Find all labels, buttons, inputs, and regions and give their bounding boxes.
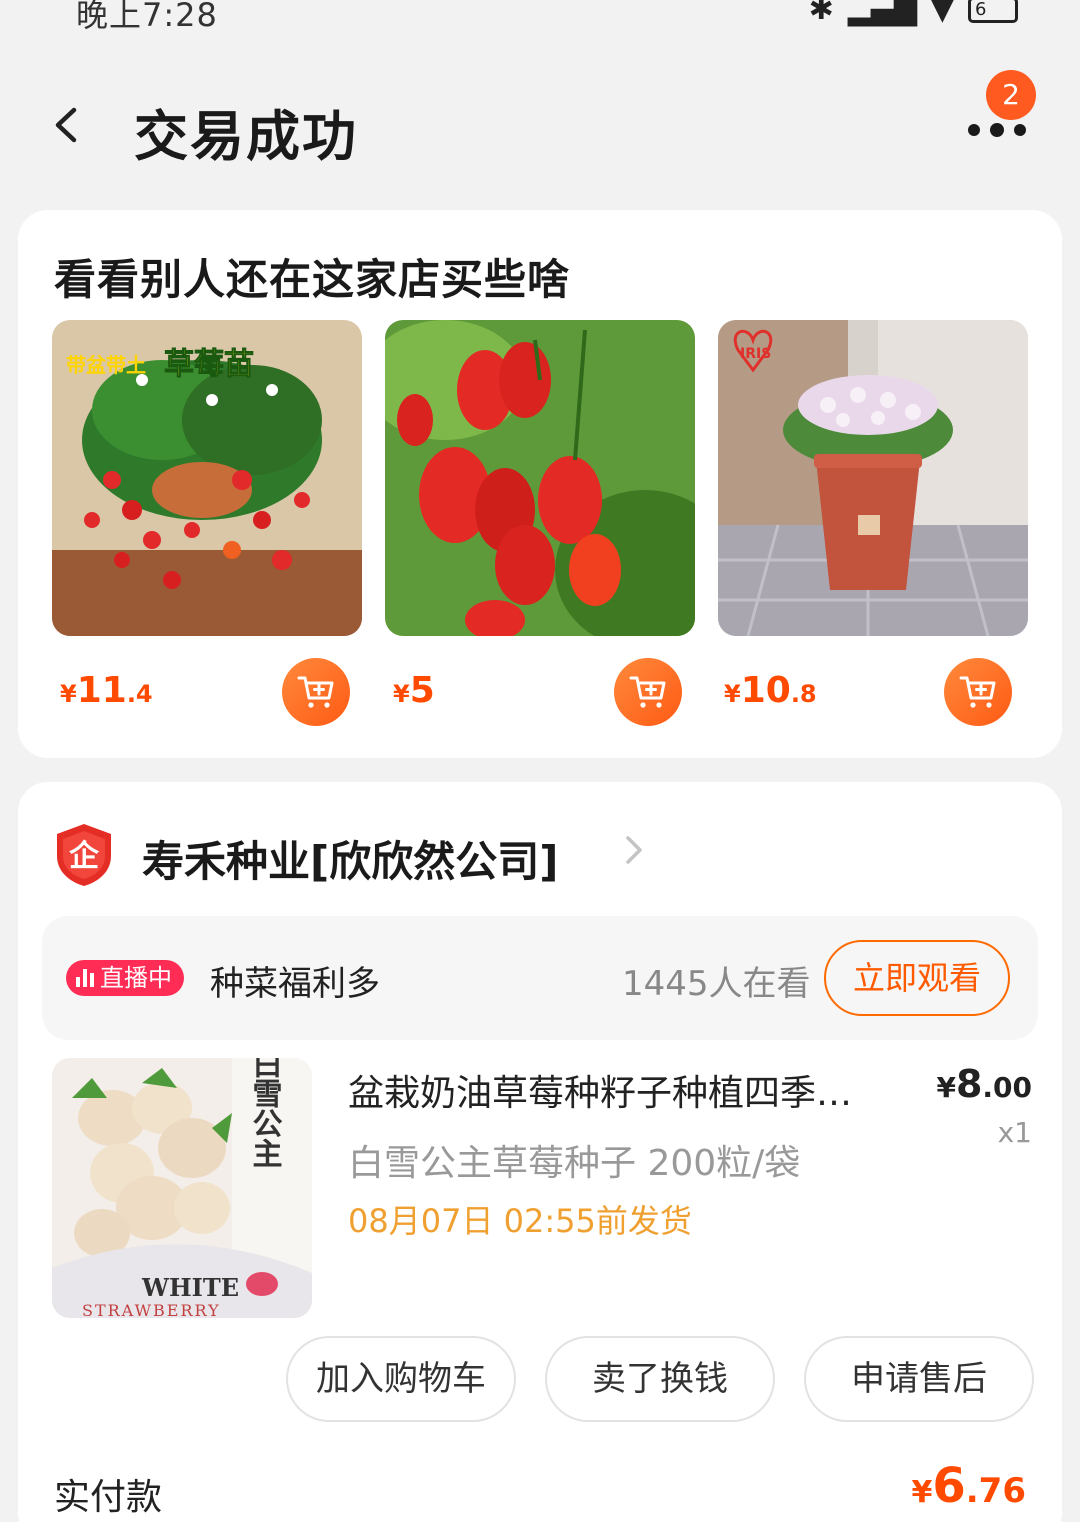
wifi-icon: ▼: [930, 0, 954, 27]
live-badge-label: 直播中: [100, 964, 172, 992]
back-arrow-icon: [55, 107, 77, 143]
price-integer: 6: [932, 1458, 966, 1514]
thumb-text-en2: STRAWBERRY: [82, 1301, 221, 1318]
order-item-quantity: x1: [997, 1116, 1032, 1149]
price-decimal: .00: [982, 1071, 1032, 1104]
after-sales-button[interactable]: 申请售后: [804, 1336, 1034, 1422]
cart-plus-icon: [629, 676, 666, 708]
live-bars-icon: [76, 969, 94, 987]
header: 交易成功 2: [0, 70, 1080, 180]
more-dot-icon: [968, 124, 980, 136]
price-symbol: ¥: [60, 680, 77, 708]
price-symbol: ¥: [936, 1071, 956, 1104]
price-symbol: ¥: [393, 680, 410, 708]
add-to-cart-button[interactable]: [944, 658, 1012, 726]
price-decimal: .4: [126, 680, 153, 708]
strawberry-pot-image: 带盆带土 草莓苗: [52, 320, 362, 636]
back-button[interactable]: [46, 100, 86, 150]
battery-level: 6: [975, 0, 987, 20]
price-symbol: ¥: [911, 1475, 933, 1510]
strawberries-image: [385, 320, 695, 636]
add-to-cart-button[interactable]: [282, 658, 350, 726]
watch-now-button[interactable]: 立即观看: [824, 940, 1010, 1016]
recommend-title: 看看别人还在这家店买些啥: [54, 255, 571, 304]
product-price: ¥5: [393, 670, 435, 711]
enterprise-shield-icon: 企: [54, 822, 114, 888]
product-price: ¥11.4: [60, 670, 153, 711]
bluetooth-icon: ✱: [808, 0, 834, 27]
recommend-card: 看看别人还在这家店买些啥 带盆带土 草莓苗 ¥11.4 ¥5 IRIS ¥10.…: [18, 210, 1062, 758]
more-dot-icon: [1014, 124, 1026, 136]
status-icons: ✱ ▂▄▆ ▼ 6: [809, 0, 1018, 27]
price-decimal: .76: [965, 1471, 1026, 1511]
price-integer: 11: [76, 670, 127, 711]
cart-plus-icon: [959, 676, 996, 708]
price-integer: 5: [409, 670, 435, 711]
live-badge: 直播中: [66, 960, 184, 996]
cart-plus-icon: [297, 676, 334, 708]
battery-icon: 6: [968, 0, 1018, 23]
order-item-ship-deadline: 08月07日 02:55前发货: [348, 1202, 692, 1240]
product-image-strawberry-seedling[interactable]: 带盆带土 草莓苗: [52, 320, 362, 636]
order-item-spec: 白雪公主草莓种子 200粒/袋: [348, 1143, 801, 1184]
order-item-price: ¥8.00: [936, 1062, 1032, 1106]
live-title: 种菜福利多: [210, 964, 380, 1004]
white-strawberry-image: 白雪公主 WHITE STRAWBERRY: [52, 1058, 312, 1318]
thumb-text-en: WHITE: [141, 1273, 239, 1302]
resell-button[interactable]: 卖了换钱: [545, 1336, 775, 1422]
more-menu-button[interactable]: [968, 116, 1028, 146]
price-decimal: .8: [790, 680, 817, 708]
status-bar: 晚上7:28 ✱ ▂▄▆ ▼ 6: [0, 0, 1080, 40]
product-image-flower-pot[interactable]: IRIS: [718, 320, 1028, 636]
product-image-label: IRIS: [740, 346, 771, 362]
thumb-text-cn: 白雪公主: [247, 1058, 283, 1168]
paid-amount-label: 实付款: [54, 1477, 163, 1518]
price-symbol: ¥: [724, 680, 741, 708]
chevron-right-icon[interactable]: [622, 830, 646, 880]
shop-logo-text: 企: [69, 839, 100, 874]
live-stream-banner[interactable]: 直播中 种菜福利多 1445人在看 立即观看: [42, 916, 1038, 1040]
order-item-thumbnail[interactable]: 白雪公主 WHITE STRAWBERRY: [52, 1058, 312, 1318]
product-image-sublabel: 带盆带土: [66, 353, 146, 377]
order-item-title[interactable]: 盆栽奶油草莓种籽子种植四季…: [348, 1064, 908, 1116]
price-integer: 10: [740, 670, 791, 711]
message-count-badge: 2: [986, 70, 1036, 120]
shop-name[interactable]: 寿禾种业[欣欣然公司]: [142, 828, 558, 889]
paid-amount: ¥6.76: [911, 1458, 1026, 1514]
order-card: 企 寿禾种业[欣欣然公司] 直播中 种菜福利多 1445人在看 立即观看 白雪公…: [18, 782, 1062, 1522]
add-to-cart-button[interactable]: [614, 658, 682, 726]
more-dot-icon: [990, 123, 1004, 137]
live-viewer-count: 1445人在看: [622, 964, 811, 1004]
price-integer: 8: [955, 1062, 983, 1106]
product-image-strawberries[interactable]: [385, 320, 695, 636]
signal-icon: ▂▄▆: [847, 0, 917, 27]
page-title: 交易成功: [134, 105, 358, 168]
product-image-label: 草莓苗: [164, 347, 254, 382]
product-price: ¥10.8: [724, 670, 817, 711]
status-time: 晚上7:28: [76, 0, 218, 34]
flower-pot-image: IRIS: [718, 320, 1028, 636]
add-to-cart-action-button[interactable]: 加入购物车: [286, 1336, 516, 1422]
